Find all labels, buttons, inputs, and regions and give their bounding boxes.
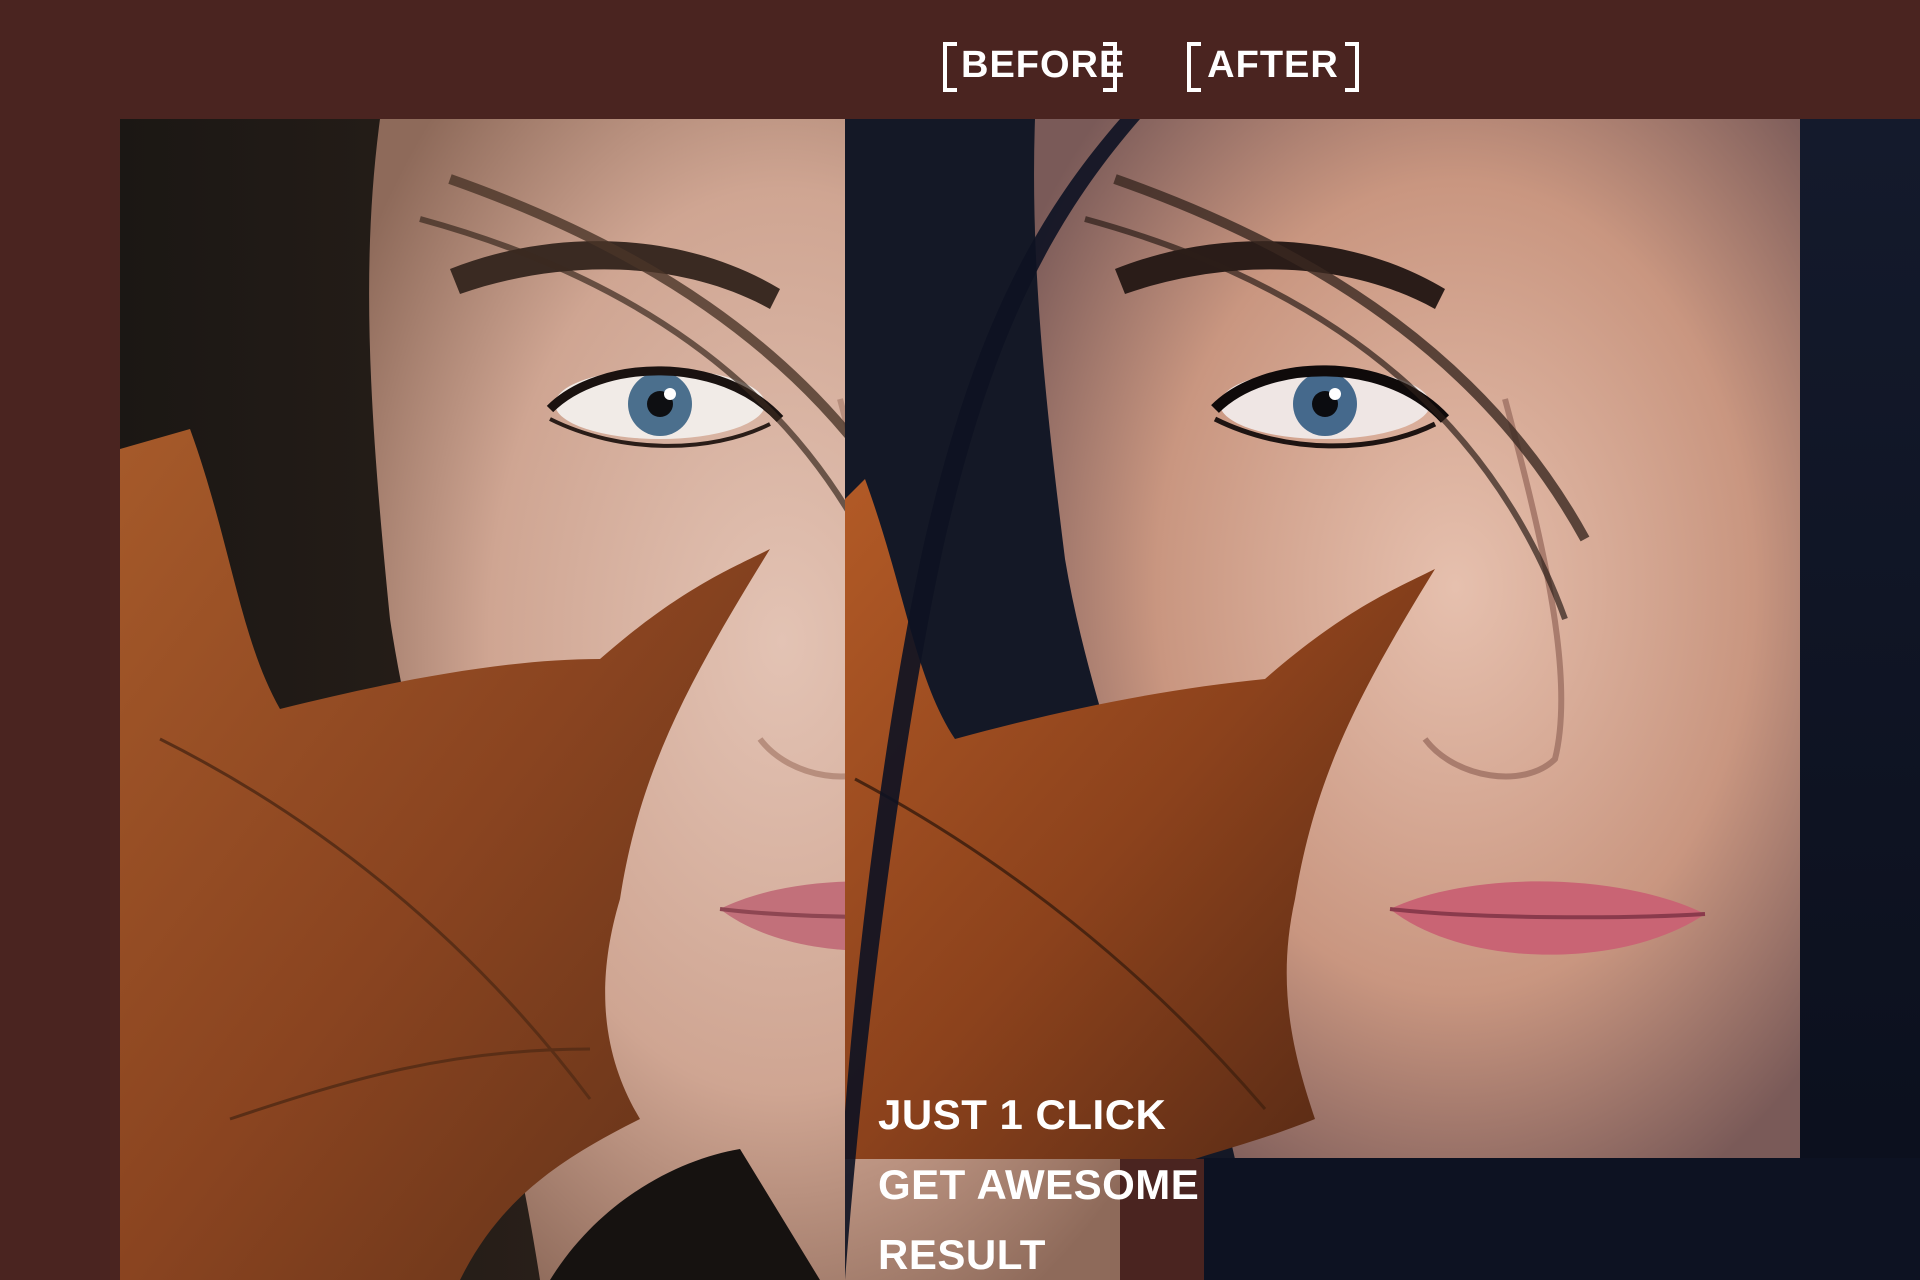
corner-bracket-icon [1187,42,1203,92]
corner-bracket-icon [1101,42,1117,92]
corner-bracket-icon [943,42,959,92]
caption-line-2: GET AWESOME [878,1161,1200,1208]
before-after-banner: BEFORE AFTER JUST 1 CLICK GET AWESOME RE… [0,0,1920,1280]
before-label-text: BEFORE [961,44,1126,86]
promo-caption: JUST 1 CLICK GET AWESOME RESULT [878,1080,1199,1280]
before-label: BEFORE [943,40,1126,94]
after-label-text: AFTER [1207,44,1339,86]
corner-bracket-icon [1343,42,1359,92]
caption-line-1: JUST 1 CLICK [878,1091,1167,1138]
after-label: AFTER [1187,40,1359,94]
caption-line-3: RESULT [878,1231,1046,1278]
after-dark-panel-right [1800,119,1920,1280]
after-dark-panel-bottom [1204,1158,1920,1280]
